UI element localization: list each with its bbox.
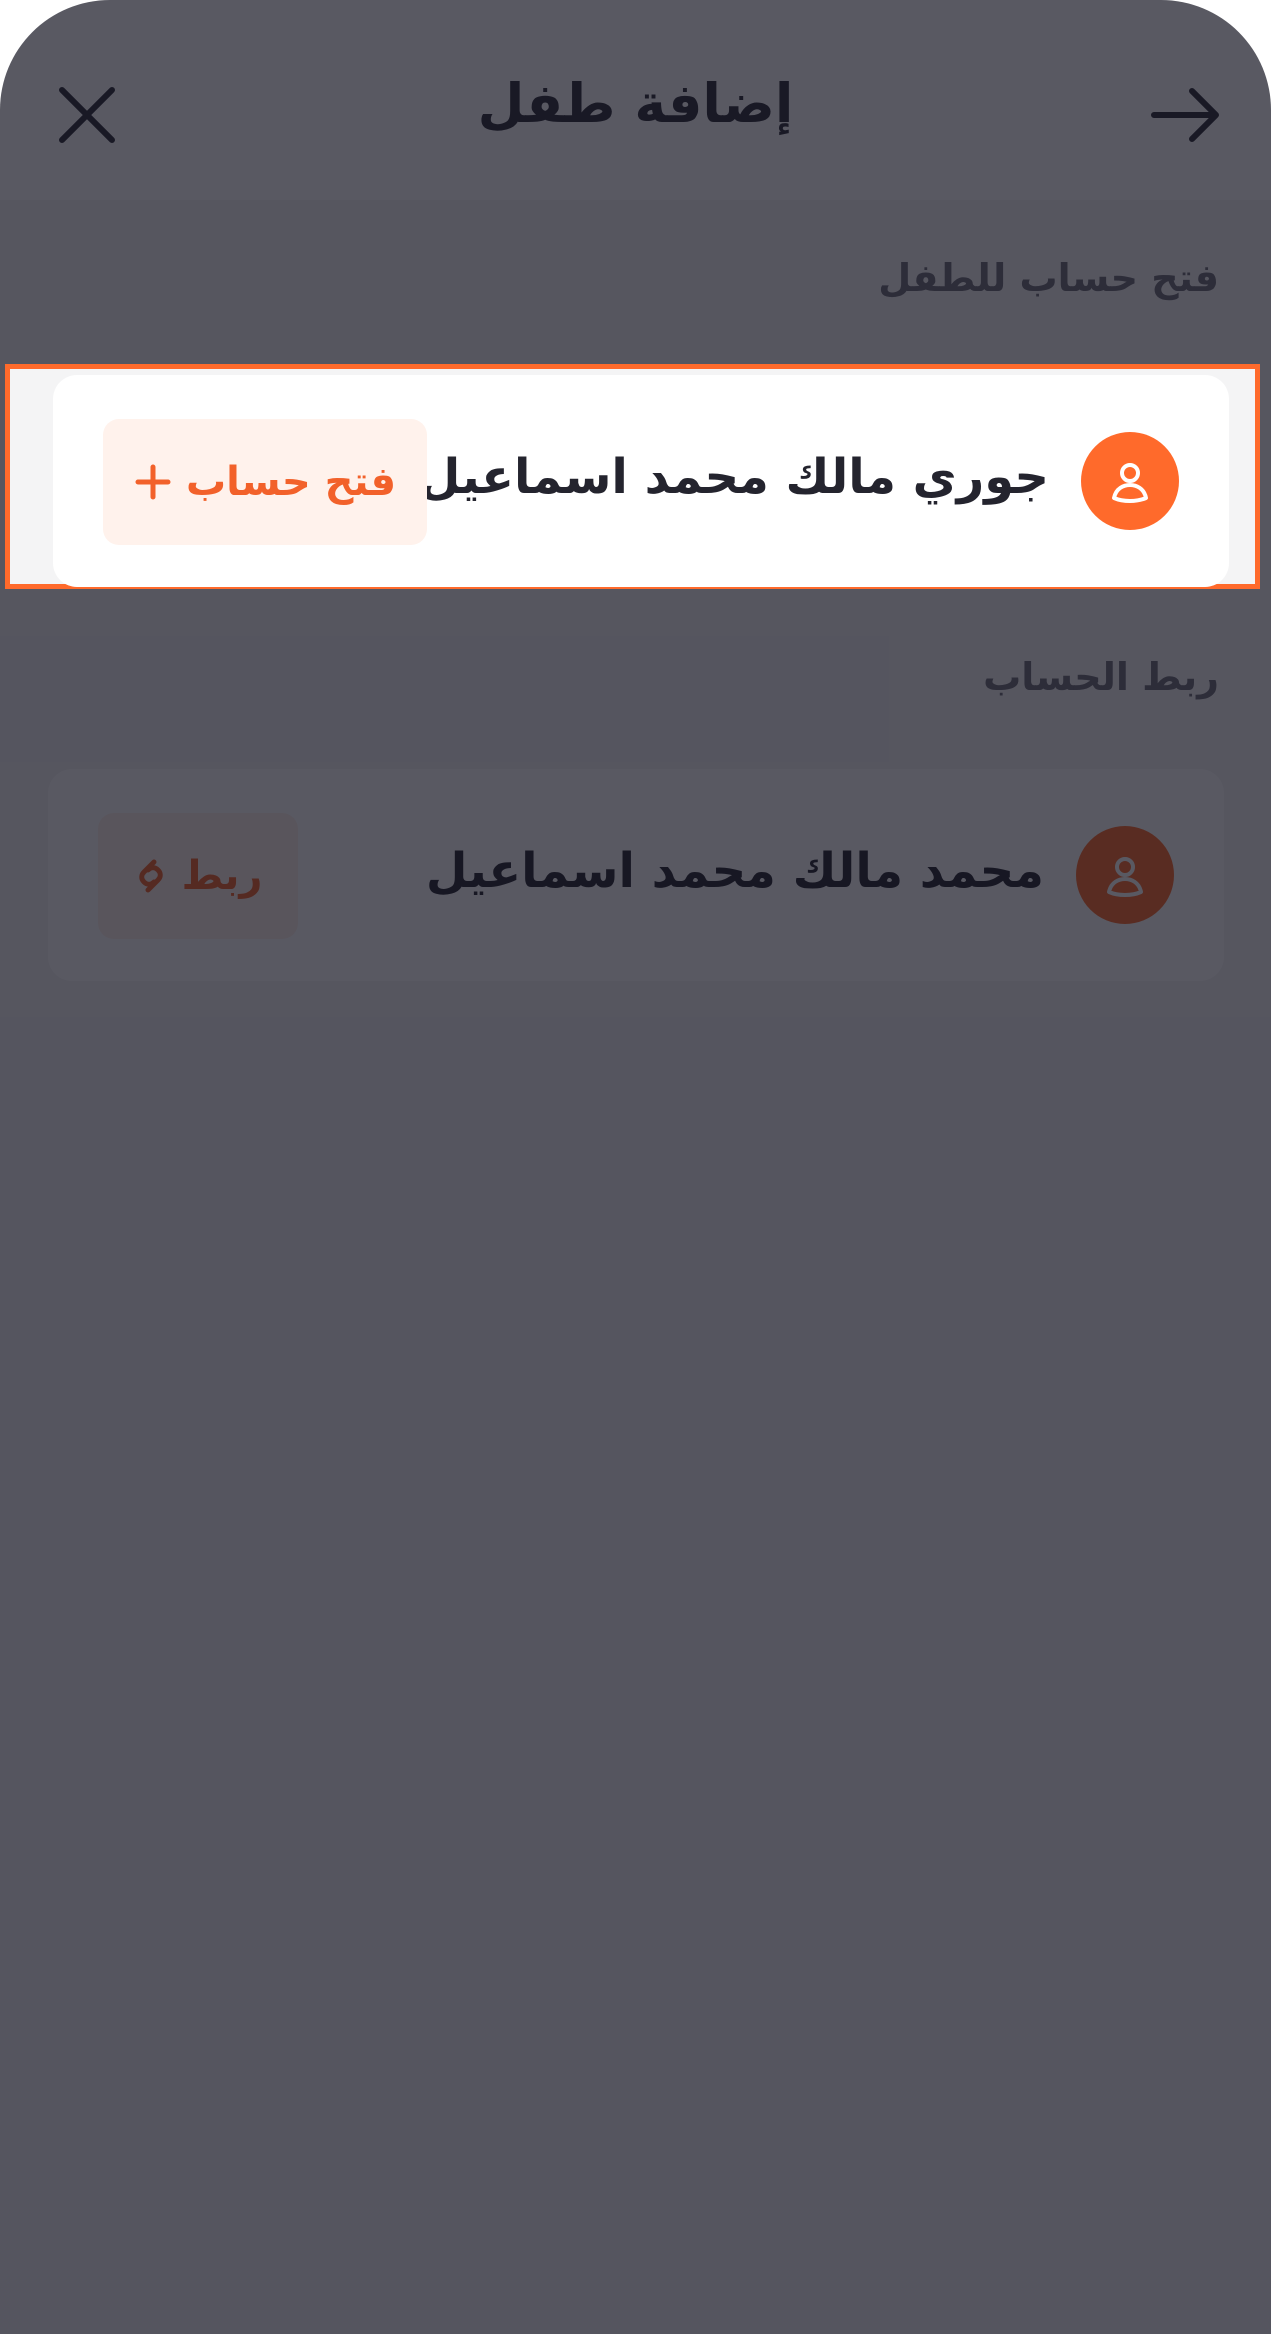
link-account-card: محمد مالك محمد اسماعيل ربط xyxy=(48,769,1224,981)
page-title: إضافة طفل xyxy=(477,72,794,135)
back-button[interactable] xyxy=(1146,80,1226,150)
open-account-card: جوري مالك محمد اسماعيل فتح حساب xyxy=(53,375,1229,587)
section-label-open-account: فتح حساب للطفل xyxy=(878,256,1219,300)
header: إضافة طفل xyxy=(0,0,1271,200)
child-name: محمد مالك محمد اسماعيل xyxy=(425,843,1044,899)
open-account-button-label: فتح حساب xyxy=(185,459,397,505)
link-button-label: ربط xyxy=(181,853,263,899)
avatar xyxy=(1076,826,1174,924)
avatar xyxy=(1081,432,1179,530)
child-name: جوري مالك محمد اسماعيل xyxy=(418,449,1049,505)
open-account-button[interactable]: فتح حساب xyxy=(103,419,427,545)
modal-overlay xyxy=(0,0,1271,2334)
highlight-frame: جوري مالك محمد اسماعيل فتح حساب xyxy=(5,364,1260,589)
link-button[interactable]: ربط xyxy=(98,813,298,939)
link-icon xyxy=(138,859,163,893)
arrow-right-icon xyxy=(1151,88,1219,142)
user-icon xyxy=(1112,463,1148,503)
section-label-link-account: ربط الحساب xyxy=(983,655,1219,699)
screen: إضافة طفل فتح حساب للطفل ربط الحساب محمد… xyxy=(0,0,1271,2334)
user-icon xyxy=(1107,857,1143,897)
plus-icon xyxy=(135,464,171,500)
